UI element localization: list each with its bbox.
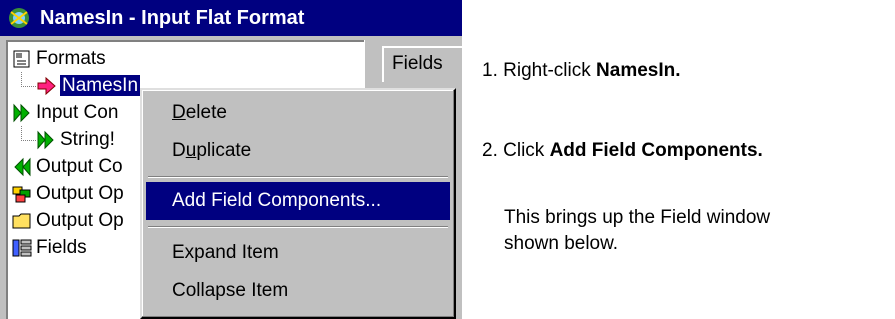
- menu-item-duplicate[interactable]: Duplicate: [146, 132, 450, 170]
- app-logo-icon: [9, 8, 29, 28]
- red-arrow-icon: [37, 76, 56, 96]
- tree-connector: [21, 72, 36, 87]
- tree-connector: [21, 126, 36, 141]
- tree-item-label: Input Con: [36, 102, 119, 123]
- tree-item-label: Formats: [36, 48, 106, 69]
- title-bar[interactable]: NamesIn - Input Flat Format: [0, 0, 462, 36]
- tree-item-label: Output Op: [36, 210, 124, 231]
- tree-item-label: NamesIn: [60, 75, 141, 96]
- tree-item-label: String!: [60, 129, 115, 150]
- window-title: NamesIn - Input Flat Format: [40, 7, 305, 29]
- green-arrow-icon: [37, 130, 54, 150]
- tree-item-label: Output Co: [36, 156, 123, 177]
- formats-icon: [13, 50, 30, 68]
- menu-item-expand[interactable]: Expand Item: [146, 234, 450, 272]
- fields-icon: [12, 239, 32, 257]
- green-double-arrow-icon: [14, 157, 31, 177]
- menu-item-delete[interactable]: Delete: [146, 94, 450, 132]
- menu-separator: [148, 226, 448, 228]
- instruction-bold: Add Field Components.: [549, 140, 763, 161]
- menu-item-collapse[interactable]: Collapse Item: [146, 272, 450, 310]
- application-window: NamesIn - Input Flat Format Formats Name…: [0, 0, 462, 319]
- instruction-step-2: 2. Click Add Field Components.: [482, 140, 763, 161]
- menu-item-add-field-components[interactable]: Add Field Components...: [146, 182, 450, 220]
- multicolor-icon: [12, 186, 31, 203]
- instruction-note-line-1: This brings up the Field window: [504, 207, 771, 228]
- tree-item-label: Fields: [36, 237, 87, 258]
- instruction-bold: NamesIn.: [596, 60, 681, 81]
- instruction-note-line-2: shown below.: [504, 233, 619, 254]
- folder-icon: [12, 213, 31, 229]
- menu-separator: [148, 176, 448, 178]
- context-menu: Delete Duplicate Add Field Components...…: [140, 88, 456, 319]
- instruction-step-1: 1. Right-click NamesIn.: [482, 60, 681, 81]
- tree-item-label: Output Op: [36, 183, 124, 204]
- green-arrow-icon: [13, 103, 30, 123]
- tab-fields[interactable]: Fields: [382, 46, 462, 82]
